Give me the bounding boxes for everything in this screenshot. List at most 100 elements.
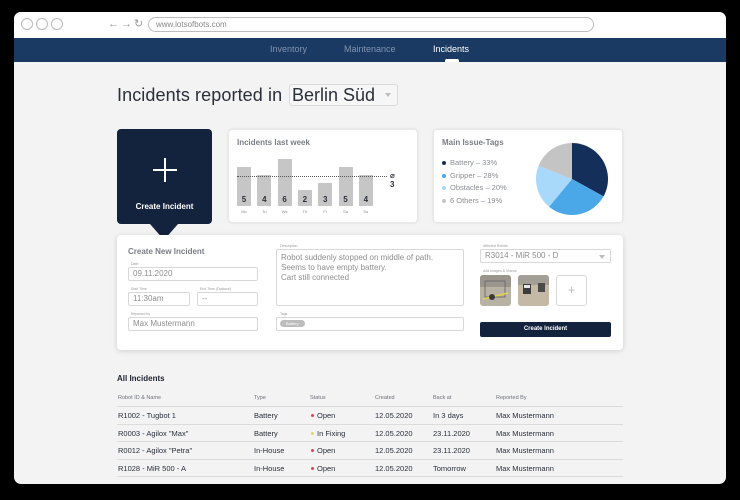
all-incidents-title: All Incidents	[117, 374, 165, 383]
status-dot-icon	[311, 414, 314, 417]
window-close-button[interactable]	[21, 18, 33, 30]
column-header-type[interactable]: Type	[254, 395, 266, 401]
nav-tab-incidents[interactable]: Incidents	[433, 44, 469, 54]
uploaded-image-2[interactable]	[518, 275, 549, 306]
column-header-robot[interactable]: Robot ID & Name	[118, 395, 161, 401]
bar-value-label: 3	[322, 195, 328, 204]
cell-back-at: 23.11.2020	[433, 428, 470, 438]
pie-chart-title: Main Issue-Tags	[442, 138, 504, 147]
end-time-field[interactable]: --	[197, 292, 258, 306]
bar-value-label: 2	[302, 195, 308, 204]
incidents-table: Robot ID & Name Type Status Created Back…	[117, 393, 623, 477]
form-title: Create New Incident	[128, 247, 205, 256]
page-title: Incidents reported in	[117, 85, 283, 105]
create-incident-submit-button[interactable]: Create Incident	[480, 322, 611, 337]
nav-tab-maintenance[interactable]: Maintenance	[344, 44, 396, 54]
affected-robot-value: R3014 - MiR 500 - D	[485, 251, 559, 260]
legend-item: 6 Others – 19%	[442, 196, 507, 209]
table-row[interactable]: R1028 - MiR 500 - A In-House Open 12.05.202…	[117, 460, 623, 477]
cell-status: In Fixing	[317, 428, 346, 438]
bar-category-label: Sa	[343, 209, 348, 214]
legend-dot-icon	[442, 173, 446, 178]
cell-type: In-House	[254, 446, 285, 455]
main-issue-tags-card: Main Issue-Tags Battery – 33% Gripper – 2…	[433, 129, 623, 223]
bar-category-label: Fr	[323, 209, 328, 214]
legend-dot-icon	[442, 186, 446, 190]
bar-category-label: Mo	[241, 209, 247, 214]
legend-label: Obstacles – 20%	[450, 183, 507, 192]
tag-chip-battery[interactable]: Battery	[280, 320, 305, 327]
date-field[interactable]: 09.11.2020	[128, 267, 258, 281]
date-label: Date	[131, 262, 139, 266]
reported-by-label: Reported by	[131, 312, 151, 316]
window-minimize-button[interactable]	[36, 18, 48, 30]
browser-toolbar: ← → ↻ www.lotsofbots.com	[14, 12, 726, 38]
description-textarea[interactable]: Robot suddenly stopped on middle of path…	[276, 249, 464, 306]
pie-legend: Battery – 33% Gripper – 28% Obstacles – 20…	[442, 158, 507, 208]
cell-reported-by: Max Mustermann	[496, 428, 554, 438]
table-row[interactable]: R1002 - Tugbot 1 Battery Open 12.05.2020 In …	[117, 407, 623, 425]
pie-chart	[536, 143, 608, 215]
bar-category-label: Tu	[262, 209, 267, 214]
bar-chart: 5 Mo 4 Tu 6 We 2 Th 3 Fr 5 Sa 4 Su ⌀ 3	[237, 150, 397, 216]
cell-back-at: 23.11.2020	[433, 446, 470, 455]
forward-arrow-icon[interactable]: →	[121, 17, 132, 31]
location-select[interactable]: Berlin Süd	[289, 84, 398, 106]
back-arrow-icon[interactable]: ←	[108, 17, 119, 31]
cell-robot: R1028 - MiR 500 - A	[118, 463, 186, 473]
cell-reported-by: Max Mustermann	[496, 463, 554, 473]
cell-robot: R0003 - Agilox "Max"	[118, 428, 189, 438]
incidents-last-week-card: Incidents last week 5 Mo 4 Tu 6 We 2 Th 3 Fr 5 Sa 4 S…	[228, 129, 418, 223]
window-maximize-button[interactable]	[51, 18, 63, 30]
legend-item: Gripper – 28%	[442, 171, 507, 184]
uploaded-image-1[interactable]	[480, 275, 511, 306]
location-select-value: Berlin Süd	[292, 85, 376, 105]
nav-tab-inventory[interactable]: Inventory	[270, 44, 307, 54]
affected-robots-label: Affected Robots	[483, 244, 508, 248]
cell-status: Open	[317, 446, 336, 455]
table-body: R1002 - Tugbot 1 Battery Open 12.05.2020 In …	[117, 407, 623, 477]
end-time-label: End Time (Optional)	[200, 287, 232, 291]
tags-label: Tags	[280, 312, 288, 316]
table-row[interactable]: R0003 - Agilox "Max" Battery In Fixing 12.0…	[117, 425, 623, 442]
media-label: Add Images & Videos	[483, 269, 517, 273]
chevron-down-icon	[599, 255, 605, 259]
status-dot-icon	[311, 449, 314, 452]
legend-label: Battery – 33%	[450, 158, 498, 167]
column-header-created[interactable]: Created	[375, 395, 395, 401]
cell-reported-by: Max Mustermann	[496, 411, 554, 420]
cell-robot: R1002 - Tugbot 1	[118, 411, 176, 420]
cell-type: Battery	[254, 411, 278, 420]
cell-created: 12.05.2020	[375, 463, 413, 473]
bar-category-label: Su	[363, 209, 369, 214]
start-time-field[interactable]: 11:30am	[128, 292, 190, 306]
cell-robot: R0012 - Agilox "Petra"	[118, 446, 193, 455]
bar-value-label: 5	[343, 195, 348, 204]
browser-window: ← → ↻ www.lotsofbots.com Inventory Maint…	[14, 12, 726, 484]
column-header-status[interactable]: Status	[310, 395, 326, 401]
legend-label: Gripper – 28%	[450, 170, 499, 180]
column-header-reported-by[interactable]: Reported By	[496, 395, 527, 401]
table-row[interactable]: R0012 - Agilox "Petra" In-House Open 12.05.…	[117, 442, 623, 460]
legend-item: Obstacles – 20%	[442, 183, 507, 196]
cell-status: Open	[317, 411, 336, 420]
cell-created: 12.05.2020	[375, 446, 413, 455]
legend-label: 6 Others – 19%	[450, 195, 503, 205]
affected-robot-select[interactable]: R3014 - MiR 500 - D	[480, 249, 611, 263]
cell-created: 12.05.2020	[375, 428, 413, 438]
url-bar[interactable]: www.lotsofbots.com	[148, 17, 594, 32]
legend-dot-icon	[442, 161, 446, 165]
bar-category-label: Th	[302, 209, 308, 214]
create-incident-card[interactable]: Create Incident	[117, 129, 212, 240]
add-media-button[interactable]: +	[556, 275, 587, 306]
column-header-back-at[interactable]: Back at	[433, 395, 451, 401]
create-incident-form: Create New Incident Date 09.11.2020 Star…	[117, 235, 623, 350]
reload-icon[interactable]: ↻	[134, 17, 143, 31]
description-label: Description	[280, 244, 298, 248]
plus-icon	[153, 158, 177, 182]
chevron-down-icon	[385, 93, 391, 97]
table-header: Robot ID & Name Type Status Created Back…	[117, 393, 623, 407]
tags-field[interactable]: Battery	[276, 317, 464, 331]
legend-dot-icon	[442, 198, 446, 203]
reported-by-field[interactable]: Max Mustermann	[128, 317, 258, 331]
